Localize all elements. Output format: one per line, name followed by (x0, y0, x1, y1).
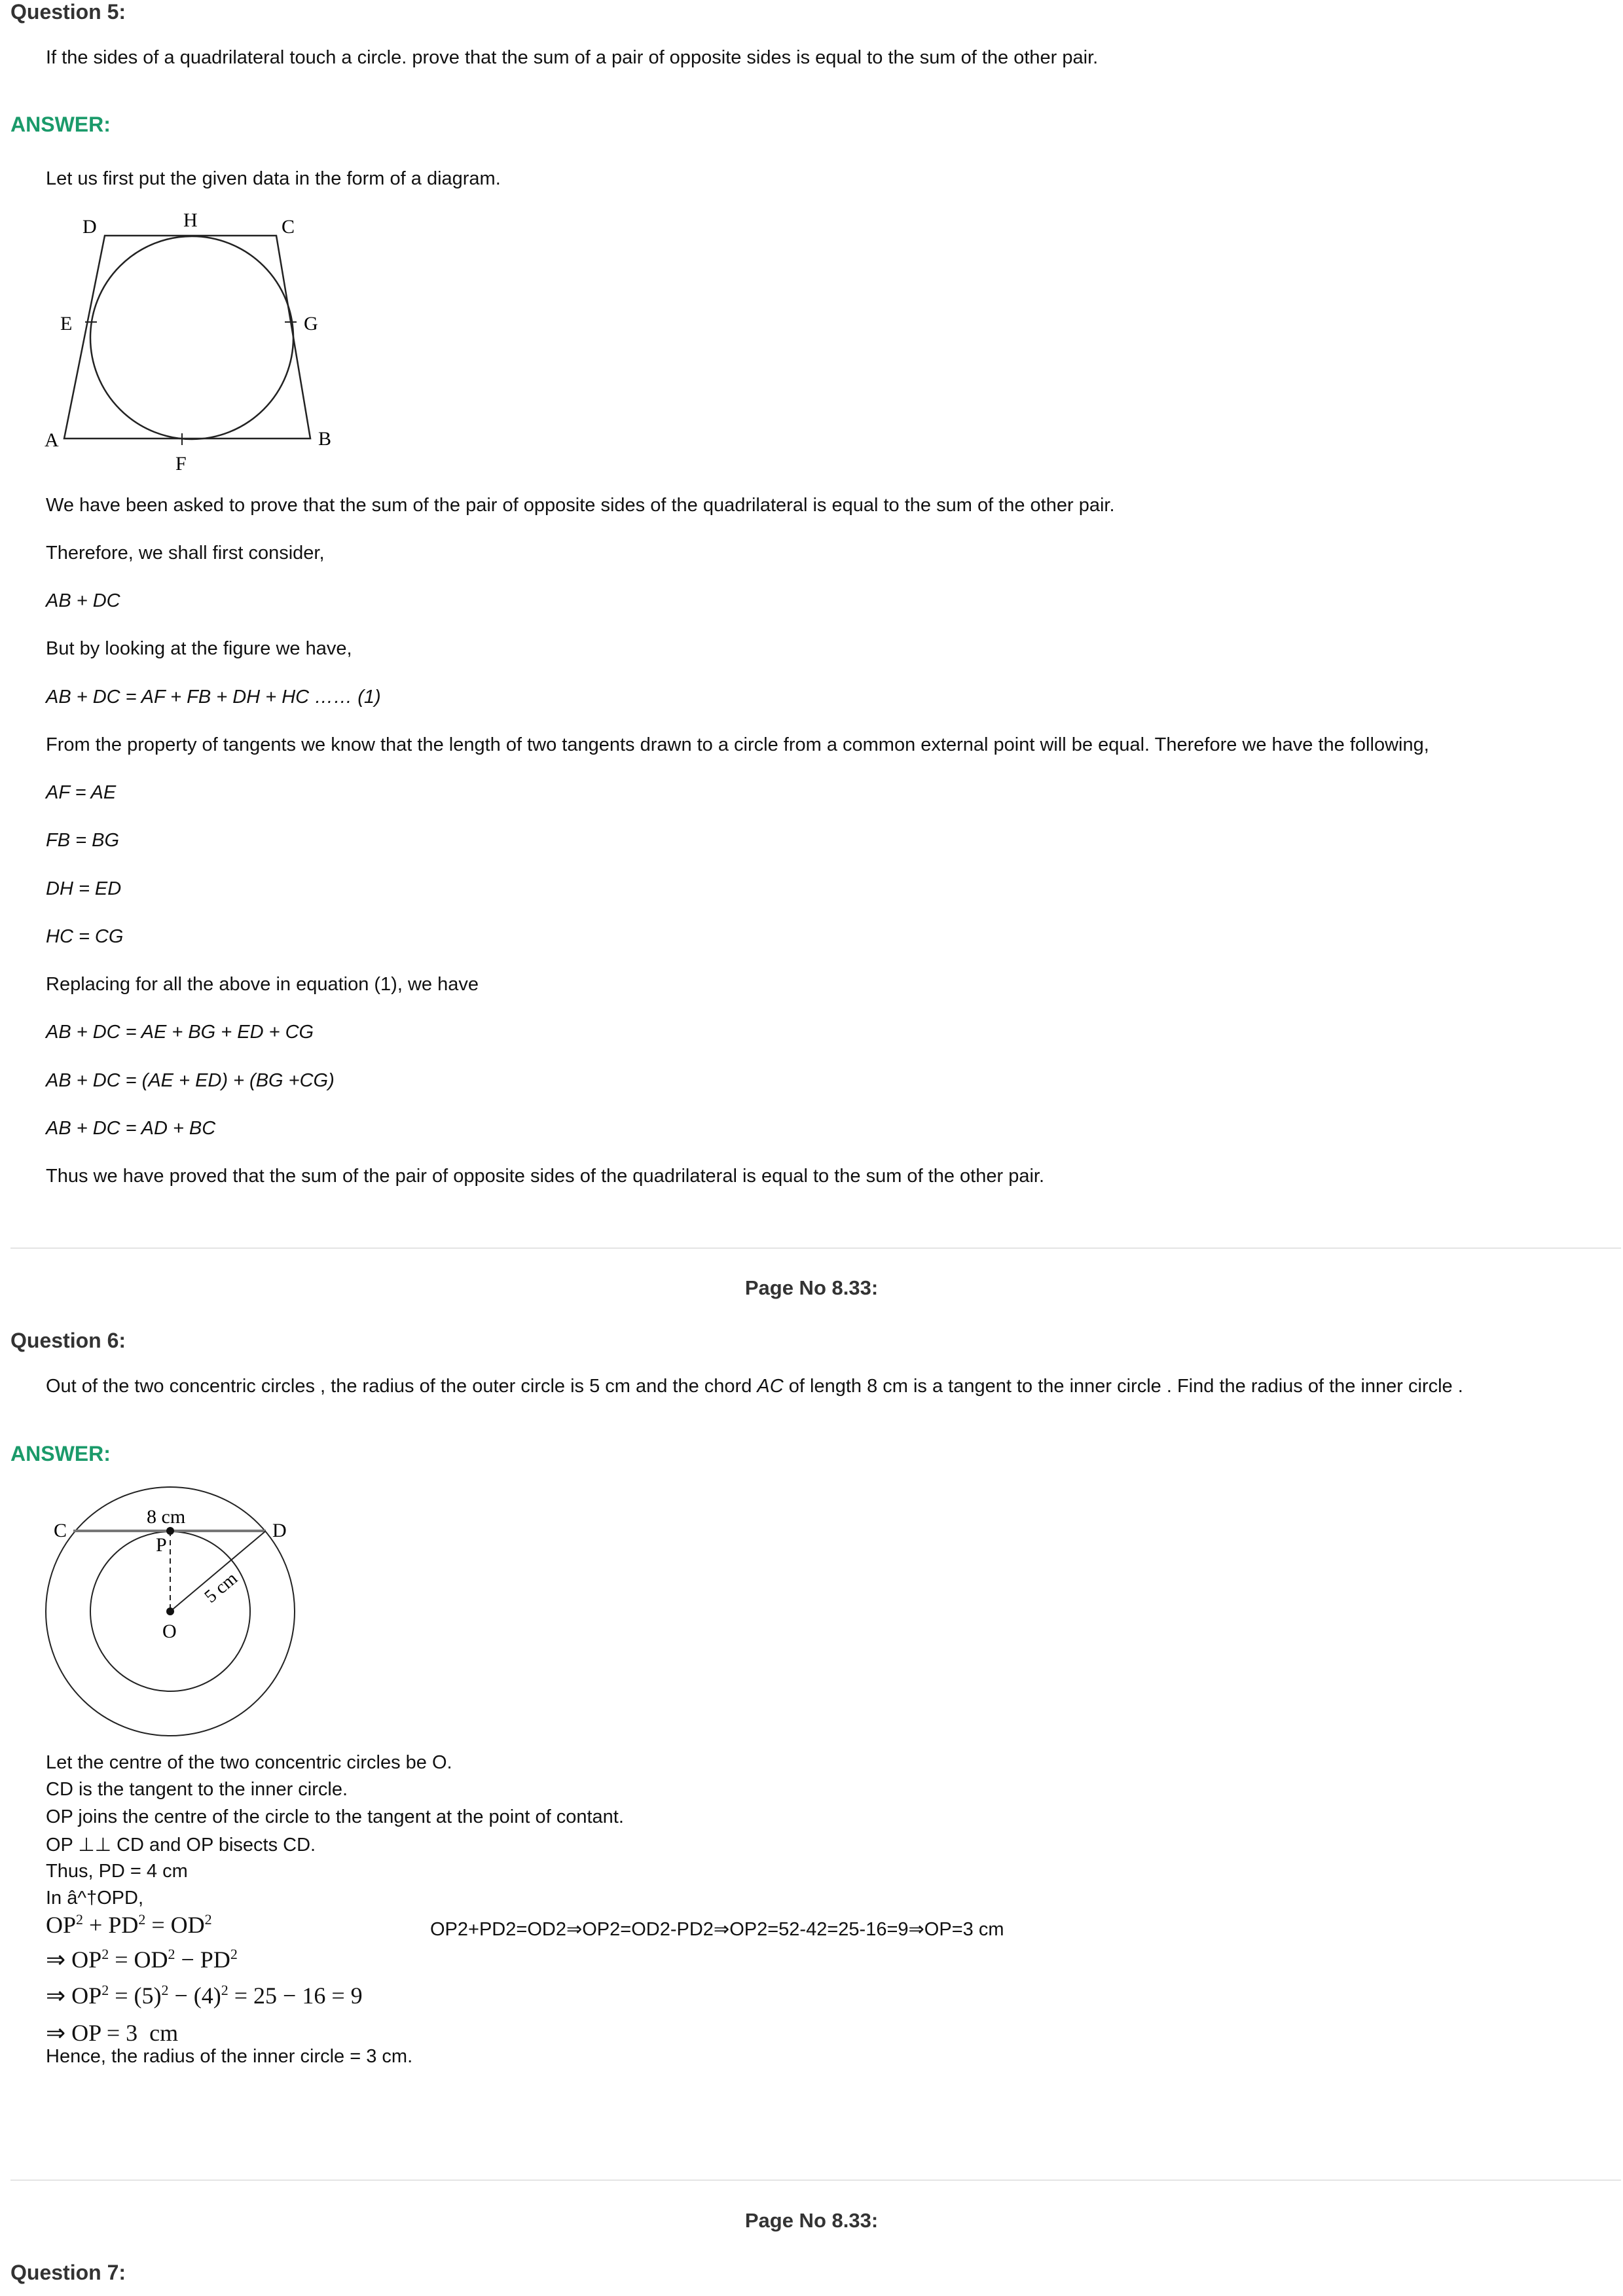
question-7-heading: Question 7: (10, 2261, 126, 2284)
label-f: F (175, 453, 187, 475)
solution-line: OP ⊥⊥ CD and OP bisects CD. (46, 1835, 316, 1856)
label-c: C (282, 216, 295, 238)
page-number: Page No 8.33: (744, 2209, 879, 2232)
proof-line: AB + DC = AD + BC (46, 1118, 216, 1139)
answer-label: ANSWER: (10, 113, 111, 136)
proof-line: AB + DC = AE + BG + ED + CG (46, 1022, 314, 1043)
equation-1: OP2 + PD2 = OD2 (46, 1911, 212, 1938)
proof-line: Thus we have proved that the sum of the … (46, 1166, 1045, 1187)
label-e: E (60, 313, 72, 334)
radius-label: 5 cm (201, 1568, 242, 1607)
equation-3: ⇒ OP2 = (5)2 − (4)2 = 25 − 16 = 9 (46, 1982, 363, 2009)
question-5-heading: Question 5: (10, 0, 126, 24)
label-c: C (54, 1520, 67, 1541)
equation-2: ⇒ OP2 = OD2 − PD2 (46, 1946, 238, 1973)
label-b: B (318, 428, 331, 450)
label-o: O (162, 1621, 177, 1642)
solution-line: CD is the tangent to the inner circle. (46, 1779, 348, 1800)
proof-line: AB + DC (46, 590, 120, 611)
quadrilateral-circle-diagram: D H C E G A B F (45, 211, 331, 475)
proof-line: From the property of tangents we know th… (46, 734, 1429, 755)
label-a: A (45, 429, 59, 451)
conclusion: Hence, the radius of the inner circle = … (46, 2046, 413, 2067)
answer-label: ANSWER: (10, 1442, 111, 1465)
proof-line: But by looking at the figure we have, (46, 638, 352, 659)
equation-alt-text: OP2+PD2=OD2⇒OP2=OD2-PD2⇒OP2=52-42=25-16=… (430, 1919, 1004, 1940)
divider (10, 2179, 1621, 2181)
proof-line: We have been asked to prove that the sum… (46, 495, 1115, 516)
answer-intro: Let us first put the given data in the f… (46, 168, 501, 189)
proof-line: AF = AE (46, 782, 117, 803)
divider (10, 1247, 1621, 1249)
page-number: Page No 8.33: (744, 1276, 879, 1299)
question-6-text: Out of the two concentric circles , the … (46, 1376, 1463, 1397)
label-p: P (156, 1534, 167, 1556)
label-d: D (82, 216, 97, 238)
chord-length-label: 8 cm (147, 1506, 185, 1528)
solution-line: In â^†OPD, (46, 1888, 144, 1909)
solution-line: OP joins the centre of the circle to the… (46, 1806, 624, 1827)
solution-line: Let the centre of the two concentric cir… (46, 1752, 452, 1773)
label-d: D (272, 1520, 287, 1541)
proof-line: HC = CG (46, 926, 124, 947)
label-g: G (304, 313, 318, 334)
proof-line: AB + DC = AF + FB + DH + HC …… (1) (46, 687, 381, 708)
proof-line: Replacing for all the above in equation … (46, 974, 479, 995)
proof-line: AB + DC = (AE + ED) + (BG +CG) (46, 1070, 335, 1091)
question-5-text: If the sides of a quadrilateral touch a … (46, 47, 1099, 68)
solution-line: Thus, PD = 4 cm (46, 1861, 188, 1882)
equation-4: ⇒ OP = 3 cm (46, 2020, 179, 2046)
label-h: H (183, 211, 198, 231)
concentric-circles-diagram: C D P O 8 cm 5 cm (45, 1486, 295, 1736)
question-6-heading: Question 6: (10, 1329, 126, 1352)
proof-line: FB = BG (46, 830, 120, 851)
proof-line: DH = ED (46, 878, 122, 899)
proof-line: Therefore, we shall first consider, (46, 543, 325, 564)
